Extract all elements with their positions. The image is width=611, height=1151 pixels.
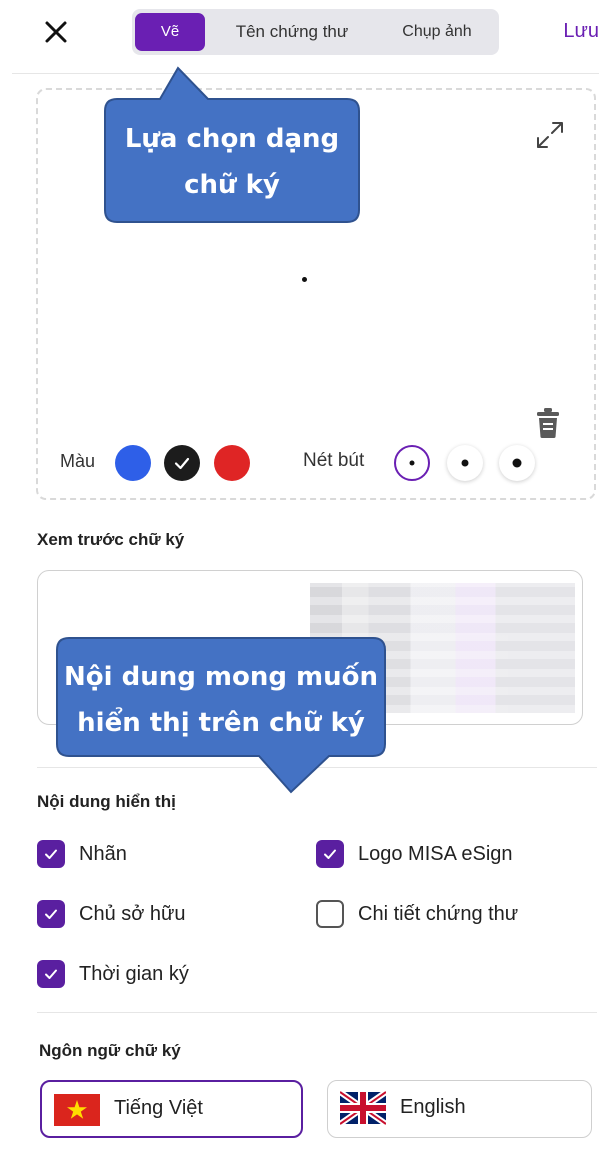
callout-signature-content: Nội dung mong muốn hiển thị trên chữ ký [55,636,387,794]
check-icon [45,909,57,919]
color-swatch-red[interactable] [214,445,250,481]
ink-stroke [302,277,307,282]
checkbox-sign-time-text: Thời gian ký [79,963,189,985]
content-title: Nội dung hiển thị [37,792,176,811]
section-divider [37,1012,597,1013]
checkbox-owner-text: Chủ sở hữu [79,903,186,925]
callout-signature-type: Lựa chọn dạng chữ ký [103,66,361,224]
tab-take-photo[interactable]: Chụp ảnh [382,9,492,55]
color-label: Màu [60,451,96,471]
pen-size-thick[interactable] [499,445,535,481]
clear-drawing-button[interactable] [535,407,561,439]
checkbox-logo-text: Logo MISA eSign [358,843,513,865]
expand-button[interactable] [533,118,567,152]
language-option-label: Tiếng Việt [114,1097,203,1119]
checkbox-certificate-details[interactable] [316,900,344,928]
save-button[interactable]: Lưu [563,20,599,43]
pen-size-label: Nét bút [303,450,365,471]
signature-type-tabs: Vẽ Tên chứng thư Chụp ảnh [132,9,499,55]
language-option-label: English [400,1096,466,1118]
trash-icon [537,408,559,438]
preview-title: Xem trước chữ ký [37,530,185,549]
check-icon [174,457,190,470]
checkbox-label-text: Nhãn [79,843,127,865]
vietnam-flag-icon [54,1094,100,1126]
pen-size-medium[interactable] [447,445,483,481]
color-swatch-black[interactable] [164,445,200,481]
checkbox-logo[interactable] [316,840,344,868]
check-icon [45,969,57,979]
check-icon [45,849,57,859]
checkbox-label[interactable] [37,840,65,868]
language-option-english[interactable]: English [327,1080,592,1138]
callout-signature-type-text: Lựa chọn dạng chữ ký [124,124,340,200]
callout-signature-content-text: Nội dung mong muốn hiển thị trên chữ ký [64,662,378,738]
tab-draw[interactable]: Vẽ [135,13,205,51]
color-swatch-blue[interactable] [115,445,151,481]
checkbox-owner[interactable] [37,900,65,928]
pen-size-thin[interactable] [394,445,430,481]
checkbox-certificate-details-text: Chi tiết chứng thư [358,903,519,925]
language-title: Ngôn ngữ chữ ký [39,1041,181,1060]
uk-flag-icon [340,1090,386,1126]
language-option-vietnamese[interactable]: Tiếng Việt [40,1080,303,1138]
close-icon [45,21,67,43]
expand-icon [537,122,563,148]
check-icon [324,849,336,859]
tab-certificate-name[interactable]: Tên chứng thư [212,9,372,55]
close-button[interactable] [38,14,74,50]
checkbox-sign-time[interactable] [37,960,65,988]
